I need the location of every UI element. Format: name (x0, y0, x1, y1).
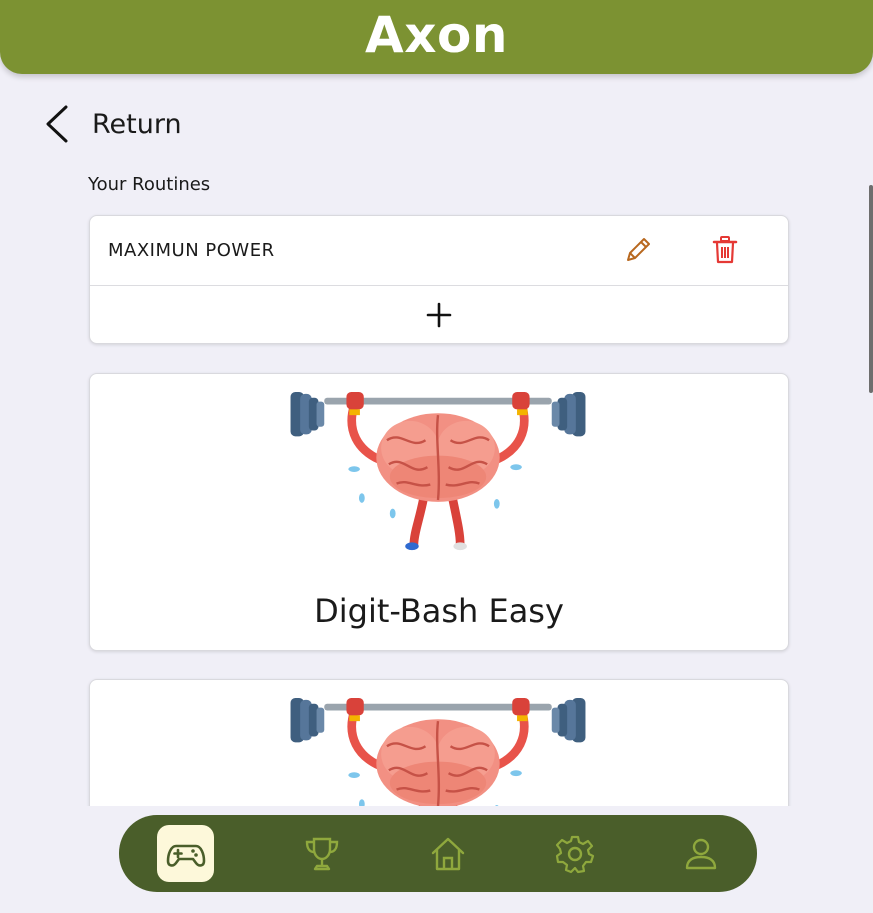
add-routine-button[interactable] (90, 286, 788, 343)
chevron-left-icon (46, 105, 68, 143)
trash-icon[interactable] (711, 235, 739, 265)
home-icon (431, 837, 464, 870)
routines-heading: Your Routines (88, 174, 211, 195)
trophy-icon (305, 837, 338, 870)
return-label: Return (92, 108, 182, 140)
pencil-icon[interactable] (623, 235, 653, 265)
nav-games[interactable] (157, 825, 214, 882)
nav-settings[interactable] (546, 825, 603, 882)
app-header: Axon (0, 0, 873, 74)
routines-card: MAXIMUN POWER (89, 215, 789, 344)
app-title: Axon (365, 6, 508, 64)
user-icon (685, 838, 716, 869)
brain-lifting-image (285, 392, 591, 552)
game-title: Digit-Bash Easy (314, 592, 564, 630)
gamepad-icon (166, 844, 205, 867)
nav-home[interactable] (419, 825, 476, 882)
routine-row[interactable]: MAXIMUN POWER (90, 216, 788, 286)
bottom-nav (119, 815, 757, 892)
nav-profile[interactable] (672, 825, 729, 882)
gear-icon (555, 835, 594, 873)
return-button[interactable]: Return (44, 104, 182, 144)
routine-name: MAXIMUN POWER (108, 240, 275, 261)
plus-icon (426, 302, 452, 327)
scrollbar[interactable] (869, 185, 873, 393)
nav-trophy[interactable] (293, 825, 350, 882)
game-card[interactable]: Digit-Bash Easy (89, 373, 789, 651)
